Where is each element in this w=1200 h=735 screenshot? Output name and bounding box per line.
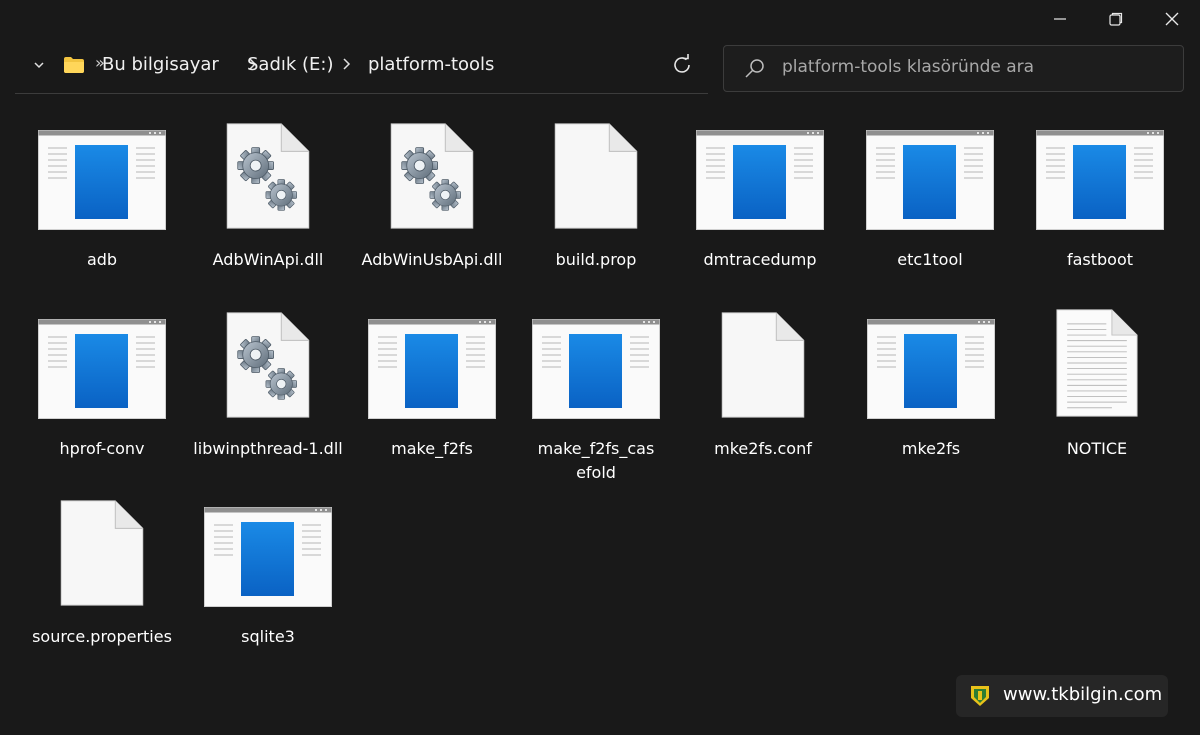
- watermark: www.tkbilgin.com: [956, 675, 1168, 717]
- file-name: source.properties: [32, 627, 172, 646]
- file-name: adb: [86, 250, 118, 269]
- app-window-icon: [38, 319, 166, 419]
- restore-icon: [1109, 12, 1123, 26]
- file-item-notice[interactable]: NOTICE: [1022, 309, 1172, 464]
- dll-gears-icon: [193, 310, 343, 420]
- file-name: build.prop: [555, 250, 637, 269]
- file-name: mke2fs.conf: [714, 439, 812, 458]
- file-item-fastboot[interactable]: fastboot: [1025, 125, 1175, 275]
- file-name: AdbWinUsbApi.dll: [361, 250, 503, 269]
- minimize-button[interactable]: [1032, 0, 1088, 38]
- dll-gears-icon: [357, 121, 507, 231]
- file-item-sqlite3[interactable]: sqlite3: [193, 502, 343, 652]
- app-window-icon: [1036, 130, 1164, 230]
- address-bar[interactable]: » Bu bilgisayar Sadık (E:) platform-tool…: [15, 37, 708, 94]
- file-item-hprof-conv[interactable]: hprof-conv: [27, 314, 177, 464]
- blank-file-icon: [721, 312, 805, 418]
- dll-gears-icon: [193, 121, 343, 231]
- file-name: etc1tool: [897, 250, 963, 269]
- text-file-icon: [1056, 309, 1138, 417]
- file-item-mke2fs-conf[interactable]: mke2fs.conf: [688, 312, 838, 464]
- file-name: sqlite3: [241, 627, 295, 646]
- file-name: fastboot: [1066, 250, 1134, 269]
- breadcrumb-drive[interactable]: Sadık (E:): [247, 54, 334, 75]
- tkbilgin-logo-icon: [971, 686, 989, 706]
- close-icon: [1165, 12, 1179, 26]
- file-item-source-properties[interactable]: source.properties: [27, 500, 177, 652]
- file-name: NOTICE: [1066, 439, 1128, 458]
- app-window-icon: [696, 130, 824, 230]
- app-window-icon: [204, 507, 332, 607]
- file-name: hprof-conv: [59, 439, 145, 458]
- app-window-icon: [368, 319, 496, 419]
- file-item-mke2fs[interactable]: mke2fs: [856, 314, 1006, 464]
- refresh-icon[interactable]: [671, 54, 693, 76]
- file-name: mke2fs: [901, 439, 961, 458]
- file-item-etc1tool[interactable]: etc1tool: [855, 125, 1005, 275]
- file-name: AdbWinApi.dll: [212, 250, 324, 269]
- app-window-icon: [866, 130, 994, 230]
- breadcrumb-current-folder[interactable]: platform-tools: [368, 54, 494, 75]
- file-item-dmtracedump[interactable]: dmtracedump: [685, 125, 835, 275]
- blank-file-icon: [554, 123, 638, 229]
- restore-button[interactable]: [1088, 0, 1144, 38]
- watermark-text: www.tkbilgin.com: [1003, 684, 1163, 705]
- file-item-make-f2fs[interactable]: make_f2fs: [357, 314, 507, 464]
- folder-icon: [64, 57, 84, 73]
- chevron-down-icon[interactable]: [33, 59, 45, 71]
- app-window-icon: [532, 319, 660, 419]
- blank-file-icon: [60, 500, 144, 606]
- file-name: dmtracedump: [703, 250, 817, 269]
- file-name: libwinpthread-1.dll: [193, 439, 343, 458]
- address-row: » Bu bilgisayar Sadık (E:) platform-tool…: [0, 37, 1200, 95]
- window-controls: [1032, 0, 1200, 38]
- file-item-build-prop[interactable]: build.prop: [521, 123, 671, 275]
- file-item-make-f2fs-casefold[interactable]: make_f2fs_casefold: [521, 314, 671, 484]
- chevron-right-icon[interactable]: [341, 57, 351, 71]
- file-name: make_f2fs: [391, 439, 473, 458]
- breadcrumb-this-pc[interactable]: Bu bilgisayar: [102, 54, 219, 75]
- file-item-adb[interactable]: adb: [27, 125, 177, 275]
- file-item-adbwinusbapi-dll[interactable]: AdbWinUsbApi.dll: [357, 125, 507, 275]
- minimize-icon: [1054, 18, 1066, 20]
- search-input[interactable]: platform-tools klasöründe ara: [782, 57, 1034, 77]
- search-icon: [745, 59, 764, 78]
- app-window-icon: [867, 319, 995, 419]
- app-window-icon: [38, 130, 166, 230]
- file-item-libwinpthread-dll[interactable]: libwinpthread-1.dll: [193, 314, 343, 464]
- file-name: make_f2fs_casefold: [537, 439, 655, 482]
- search-box[interactable]: platform-tools klasöründe ara: [723, 45, 1184, 92]
- close-button[interactable]: [1144, 0, 1200, 38]
- file-item-adbwinapi-dll[interactable]: AdbWinApi.dll: [193, 125, 343, 275]
